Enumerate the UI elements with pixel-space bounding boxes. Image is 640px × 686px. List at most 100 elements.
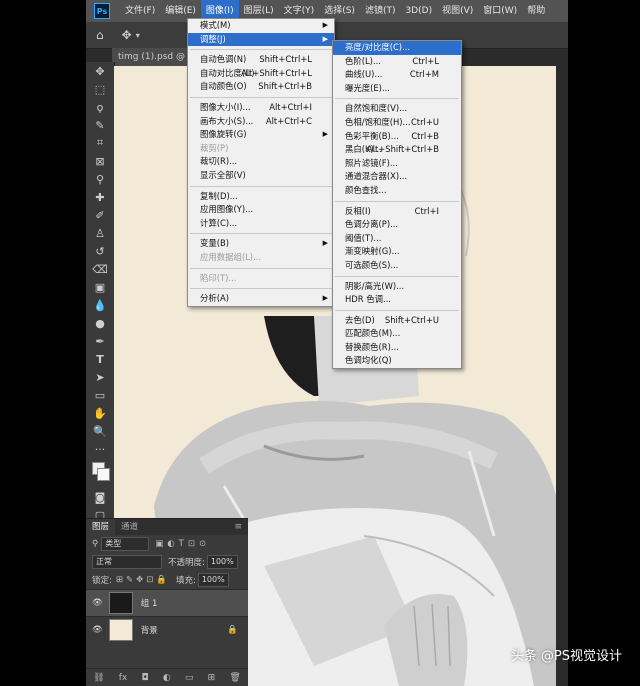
opacity-input[interactable]: 100% — [206, 555, 238, 569]
menu-separator — [335, 309, 459, 311]
healing-brush-tool-icon[interactable]: ✚ — [86, 188, 114, 206]
blur-tool-icon[interactable]: 💧 — [86, 296, 114, 314]
menu-10[interactable]: 帮助 — [522, 0, 550, 22]
menu-8[interactable]: 视图(V) — [437, 0, 478, 22]
menu-item[interactable]: 复制(D)... — [188, 190, 334, 204]
type-tool-icon[interactable]: T — [86, 350, 114, 368]
more-tools-icon[interactable]: ··· — [86, 440, 114, 458]
trash-icon[interactable]: 🗑 — [229, 673, 240, 683]
menu-item[interactable]: 计算(C)... — [188, 217, 334, 231]
chevron-down-icon[interactable]: ▾ — [136, 31, 140, 40]
mask-icon[interactable]: ◘ — [141, 673, 148, 683]
menu-item[interactable]: 自动色调(N) Shift+Ctrl+L — [188, 53, 334, 67]
menu-9[interactable]: 窗口(W) — [478, 0, 522, 22]
fx-icon[interactable]: fx — [119, 673, 128, 683]
menu-item[interactable]: 色调分离(P)... — [333, 218, 461, 232]
new-layer-icon[interactable]: ⊞ — [208, 673, 216, 683]
eye-icon[interactable]: 👁 — [92, 625, 103, 635]
menu-item[interactable]: 应用图像(Y)... — [188, 203, 334, 217]
menu-item-label: 曝光度(E)... — [345, 82, 390, 93]
menu-item[interactable]: 渐变映射(G)... — [333, 245, 461, 259]
menu-item[interactable]: 颜色查找... — [333, 184, 461, 198]
filter-icons[interactable]: ▣◐T⊡⊙ — [155, 539, 210, 549]
home-icon[interactable]: ⌂ — [96, 28, 104, 42]
tab-channels[interactable]: 通道 — [115, 519, 144, 535]
tab-layers[interactable]: 图层 — [86, 519, 116, 535]
menu-item[interactable]: 亮度/对比度(C)... — [333, 41, 461, 55]
ps-logo-icon: Ps — [94, 3, 110, 19]
rectangle-tool-icon[interactable]: ▭ — [86, 386, 114, 404]
menu-item[interactable]: 自然饱和度(V)... — [333, 102, 461, 116]
link-icon[interactable]: ⛓ — [93, 673, 104, 683]
lasso-tool-icon[interactable]: ϙ — [86, 98, 114, 116]
brush-tool-icon[interactable]: ✐ — [86, 206, 114, 224]
lock-icons[interactable]: ⊞✎✥⊡🔒 — [116, 575, 170, 585]
menu-item[interactable]: 通道混合器(X)... — [333, 170, 461, 184]
gradient-tool-icon[interactable]: ▣ — [86, 278, 114, 296]
menu-item[interactable]: 裁切(R)... — [188, 155, 334, 169]
menu-6[interactable]: 滤镜(T) — [360, 0, 401, 22]
marquee-tool-icon[interactable]: ⬚ — [86, 80, 114, 98]
menu-7[interactable]: 3D(D) — [400, 0, 437, 22]
vertical-scrollbar[interactable] — [556, 62, 568, 686]
menu-item[interactable]: HDR 色调... — [333, 293, 461, 307]
eye-icon[interactable]: 👁 — [92, 598, 103, 608]
menu-item[interactable]: 色阶(L)... Ctrl+L — [333, 55, 461, 69]
menu-item[interactable]: 自动颜色(O) Shift+Ctrl+B — [188, 80, 334, 94]
menu-item[interactable]: 曝光度(E)... — [333, 82, 461, 96]
menu-item[interactable]: 阴影/高光(W)... — [333, 280, 461, 294]
frame-tool-icon[interactable]: ⊠ — [86, 152, 114, 170]
menu-item[interactable]: 调整(J) ▶ — [188, 32, 334, 47]
move-tool-icon[interactable]: ✥ — [122, 28, 132, 42]
quick-mask-icon[interactable]: ◙ — [86, 488, 114, 506]
menu-item[interactable]: 自动对比度(U) Alt+Shift+Ctrl+L — [188, 67, 334, 81]
blend-mode-select[interactable]: 正常 — [92, 555, 162, 569]
menu-item[interactable]: 色彩平衡(B)... Ctrl+B — [333, 130, 461, 144]
menu-item[interactable]: 阈值(T)... — [333, 232, 461, 246]
adjustment-layer-icon[interactable]: ◐ — [163, 673, 171, 683]
fill-input[interactable]: 100% — [197, 573, 229, 587]
menu-item-label: 色调分离(P)... — [345, 219, 399, 230]
menu-item[interactable]: 黑白(K)... Alt+Shift+Ctrl+B — [333, 143, 461, 157]
color-swatches-icon[interactable] — [86, 458, 114, 488]
folder-icon[interactable]: ▭ — [185, 673, 194, 683]
menu-item[interactable]: 色调均化(Q) — [333, 354, 461, 368]
menu-item[interactable]: 替换颜色(R)... — [333, 341, 461, 355]
menu-item[interactable]: 模式(M) ▶ — [188, 19, 334, 33]
menu-item[interactable]: 图像大小(I)... Alt+Ctrl+I — [188, 101, 334, 115]
zoom-tool-icon[interactable]: 🔍 — [86, 422, 114, 440]
document-tab[interactable]: timg (1).psd @ 90 — [112, 48, 190, 66]
quick-select-tool-icon[interactable]: ✎ — [86, 116, 114, 134]
menu-item[interactable]: 变量(B) ▶ — [188, 237, 334, 251]
dodge-tool-icon[interactable]: ● — [86, 314, 114, 332]
path-select-tool-icon[interactable]: ➤ — [86, 368, 114, 386]
pen-tool-icon[interactable]: ✒ — [86, 332, 114, 350]
clone-stamp-tool-icon[interactable]: ♙ — [86, 224, 114, 242]
layers-panel-tabs: 图层 通道 ≡ — [86, 519, 248, 535]
hand-tool-icon[interactable]: ✋ — [86, 404, 114, 422]
menu-item[interactable]: 分析(A) ▶ — [188, 292, 334, 306]
menu-item[interactable]: 色相/饱和度(H)... Ctrl+U — [333, 116, 461, 130]
filter-kind-select[interactable]: 类型 — [101, 537, 150, 551]
layer-row[interactable]: 👁 背景 🔒 — [86, 616, 248, 643]
layer-row[interactable]: 👁 组 1 — [86, 589, 248, 616]
menu-item[interactable]: 显示全部(V) — [188, 169, 334, 183]
menu-item[interactable]: 可选颜色(S)... — [333, 259, 461, 273]
eraser-tool-icon[interactable]: ⌫ — [86, 260, 114, 278]
menu-item[interactable]: 照片滤镜(F)... — [333, 157, 461, 171]
menu-item[interactable]: 匹配颜色(M)... — [333, 327, 461, 341]
menu-separator — [190, 96, 332, 98]
menu-item[interactable]: 去色(D) Shift+Ctrl+U — [333, 314, 461, 328]
panel-menu-icon[interactable]: ≡ — [234, 522, 242, 532]
history-brush-tool-icon[interactable]: ↺ — [86, 242, 114, 260]
move-tool-icon[interactable]: ✥ — [86, 62, 114, 80]
menu-item[interactable]: 反相(I) Ctrl+I — [333, 205, 461, 219]
menu-item[interactable]: 画布大小(S)... Alt+Ctrl+C — [188, 115, 334, 129]
eyedropper-tool-icon[interactable]: ⚲ — [86, 170, 114, 188]
menu-item[interactable]: 图像旋转(G) ▶ — [188, 128, 334, 142]
lock-row: 锁定: ⊞✎✥⊡🔒 填充: 100% — [86, 571, 248, 589]
menu-0[interactable]: 文件(F) — [120, 0, 160, 22]
menu-item[interactable]: 曲线(U)... Ctrl+M — [333, 68, 461, 82]
menu-item-shortcut: Alt+Ctrl+I — [269, 101, 312, 112]
crop-tool-icon[interactable]: ⌗ — [86, 134, 114, 152]
